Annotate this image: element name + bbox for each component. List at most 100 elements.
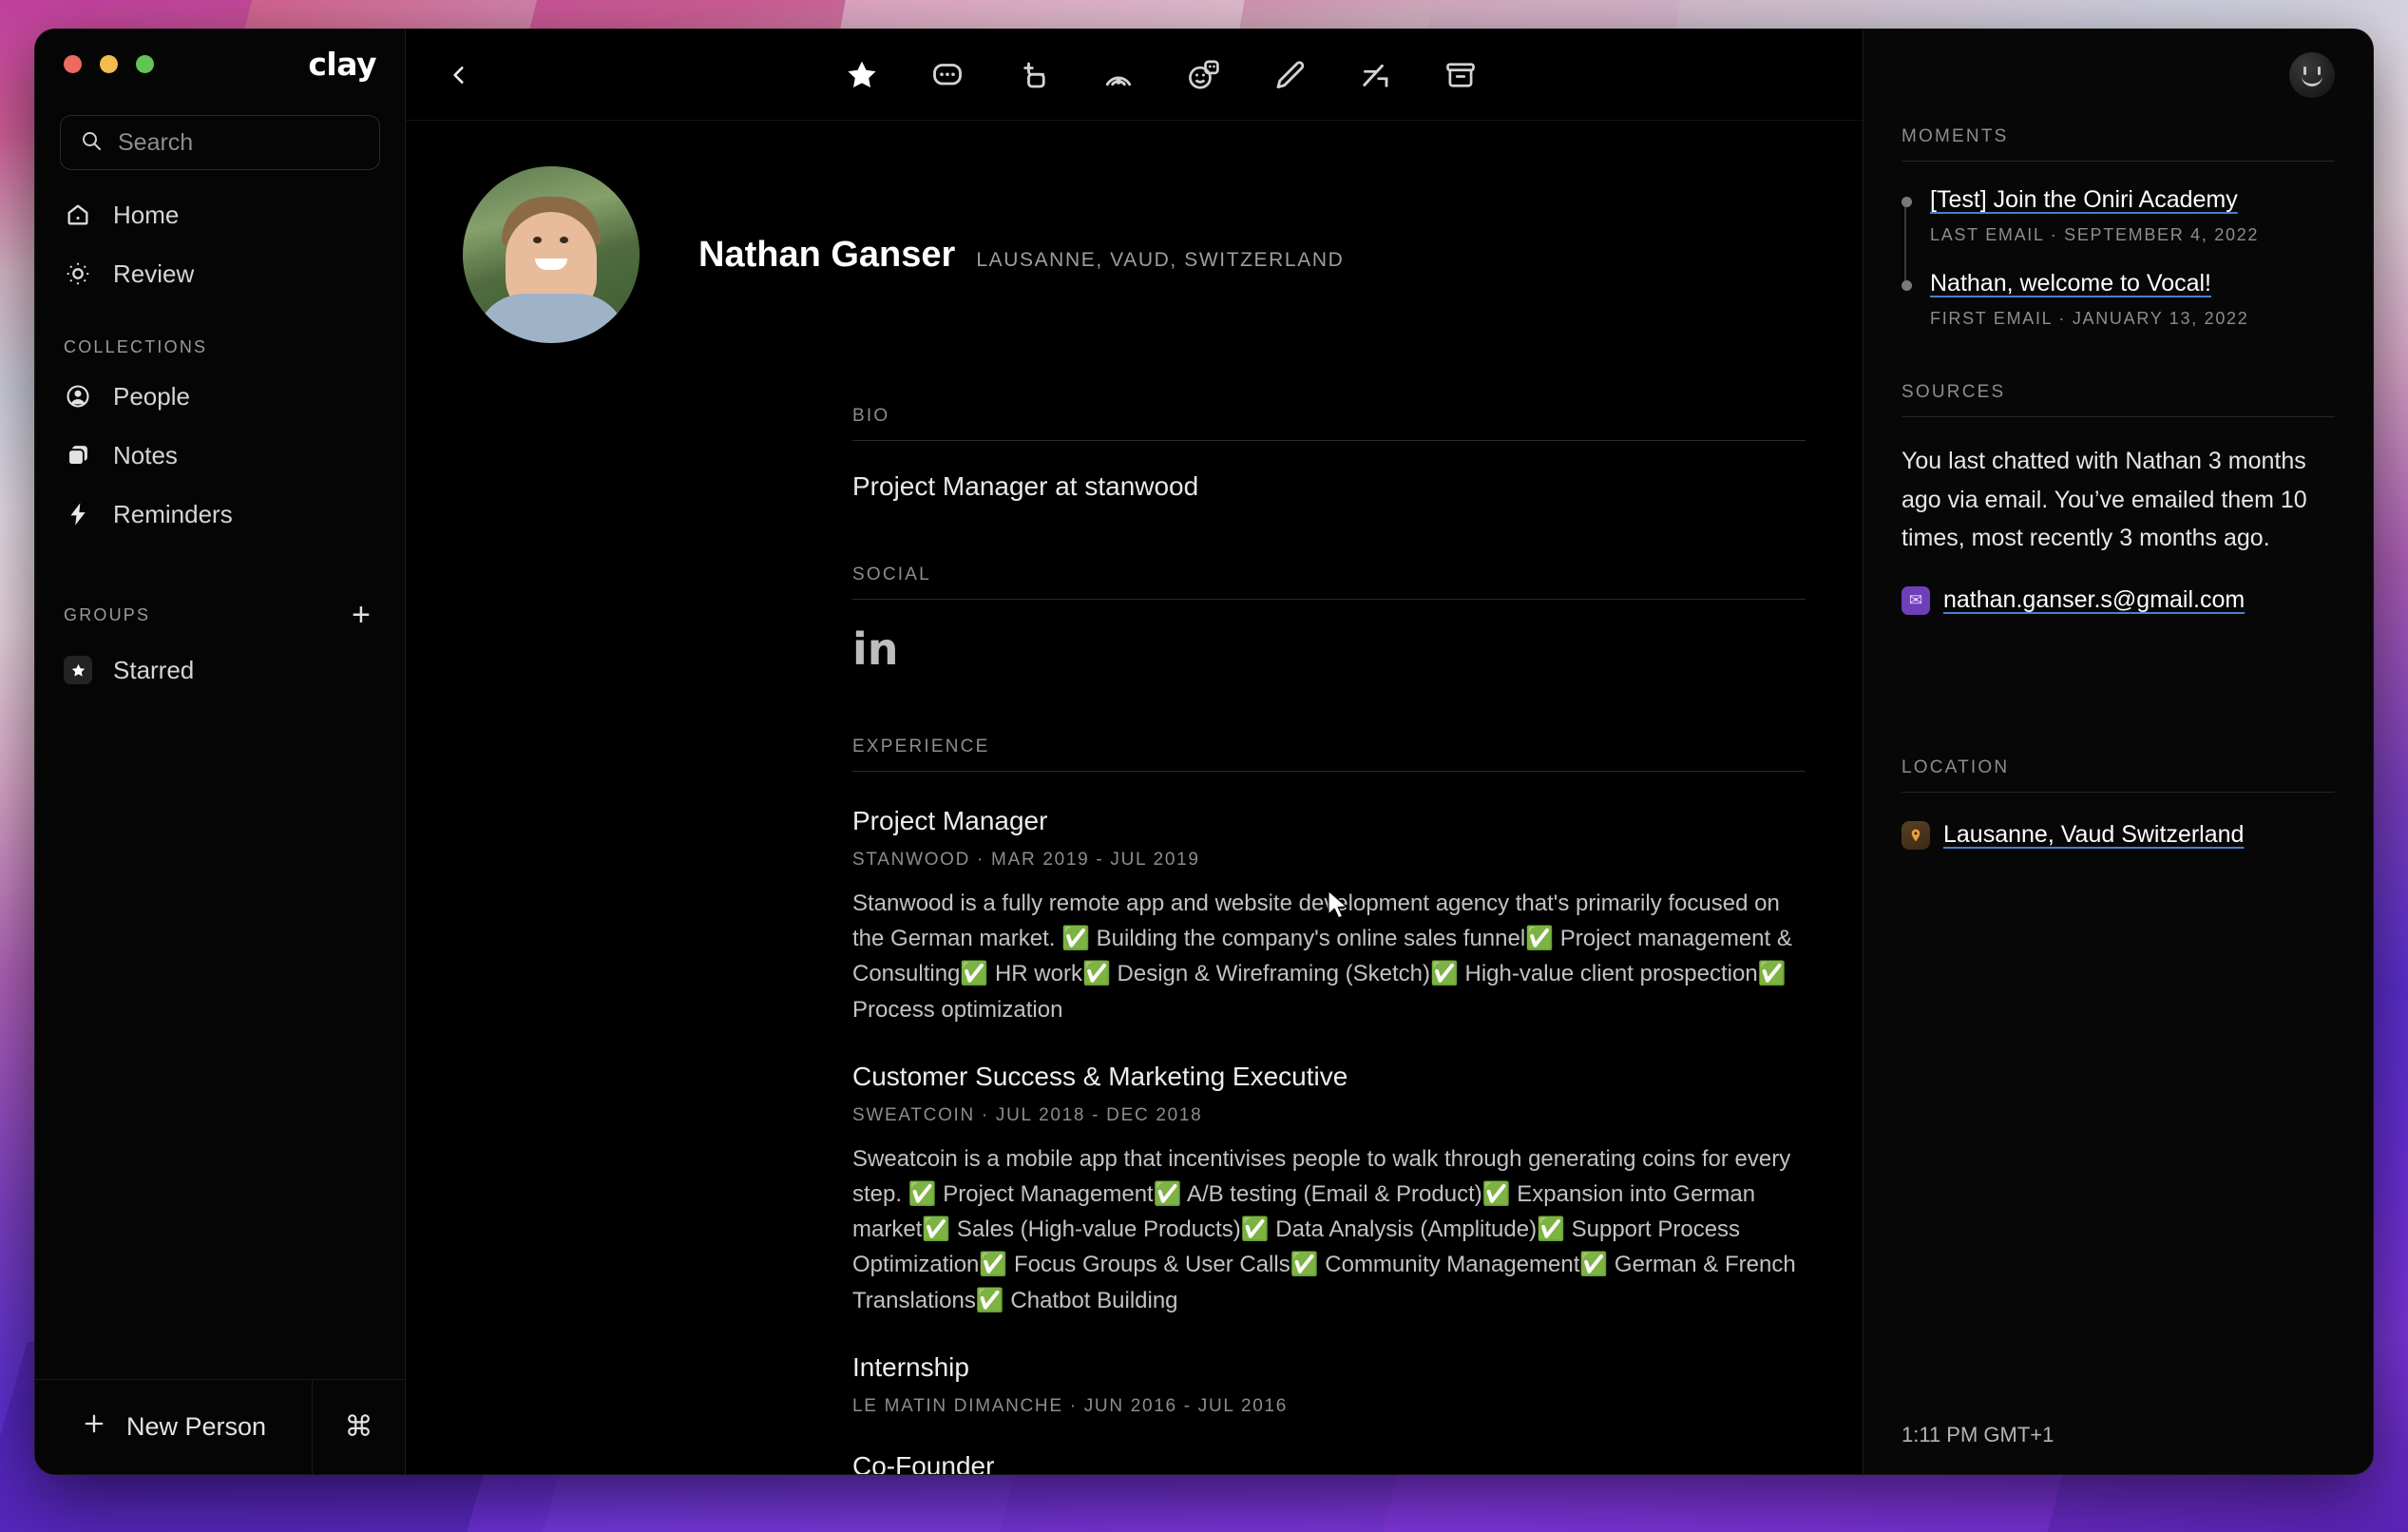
sources-label: SOURCES [1902,382,2335,417]
map-pin-icon [1902,820,1930,850]
moments-list: [Test] Join the Oniri Academy LAST EMAIL… [1902,186,2335,329]
experience-item: Co-Founder EVALUE TON PROF · JAN 2016 - … [852,1451,1806,1474]
new-person-button[interactable]: New Person [35,1380,312,1474]
sidebar-item-review[interactable]: Review [35,244,405,303]
experience-meta: LE MATIN DIMANCHE · JUN 2016 - JUL 2016 [852,1395,1289,1416]
moment-meta: LAST EMAIL · SEPTEMBER 4, 2022 [1930,225,2260,244]
sources-summary: You last chatted with Nathan 3 months ag… [1902,448,2307,551]
collections-heading: COLLECTIONS [35,337,405,357]
timeline-bullet-icon [1902,197,1912,207]
experience-title: Co-Founder [852,1450,995,1474]
maximize-button[interactable] [136,54,154,73]
details-panel: MOMENTS [Test] Join the Oniri Academy LA… [1863,29,2373,1474]
merge-icon[interactable] [1355,55,1395,95]
bio-label: BIO [852,406,1806,441]
search-input[interactable] [118,128,360,157]
moment-title-link[interactable]: Nathan, welcome to Vocal! [1930,270,2335,297]
sidebar-item-starred[interactable]: Starred [35,641,405,699]
experience-title: Project Manager [852,806,1048,835]
main-toolbar [406,29,1863,121]
sidebar-item-label: Notes [113,440,178,469]
search-icon [80,129,103,157]
sidebar-item-people[interactable]: People [35,367,405,426]
location-row[interactable]: Lausanne, Vaud Switzerland [1902,817,2335,852]
back-button[interactable] [432,48,486,102]
moment-meta: FIRST EMAIL · JANUARY 13, 2022 [1930,309,2249,328]
window-controls [64,54,154,73]
profile-scroll-area[interactable]: Nathan Ganser LAUSANNE, VAUD, SWITZERLAN… [406,121,1863,1474]
timeline-bullet-icon [1902,280,1912,291]
sidebar-titlebar: clay [35,29,405,98]
app-logo: clay [308,45,376,83]
bio-value[interactable]: Project Manager at stanwood [852,471,1806,502]
source-email-link[interactable]: nathan.ganser.s@gmail.com [1943,586,2245,614]
source-email-row[interactable]: ✉ nathan.ganser.s@gmail.com [1902,585,2335,615]
search-box[interactable] [60,115,380,170]
profile-name-row: Nathan Ganser LAUSANNE, VAUD, SWITZERLAN… [698,235,1344,276]
location-link[interactable]: Lausanne, Vaud Switzerland [1943,817,2244,852]
command-icon: ⌘ [344,1411,373,1443]
profile-header: Nathan Ganser LAUSANNE, VAUD, SWITZERLAN… [406,121,1863,343]
app-window: clay Home [34,29,2374,1475]
experience-title: Customer Success & Marketing Executive [852,1061,1348,1091]
new-person-label: New Person [126,1412,267,1441]
sidebar-item-label: Starred [113,655,195,684]
sidebar-item-notes[interactable]: Notes [35,426,405,485]
sticker-icon[interactable] [1184,55,1224,95]
sidebar-item-label: Reminders [113,499,233,528]
close-button[interactable] [64,54,82,73]
notes-icon [64,441,92,469]
sidebar-item-label: Review [113,259,195,288]
sidebar-item-home[interactable]: Home [35,185,405,244]
groups-heading-label: GROUPS [64,604,151,624]
timestamp: 1:11 PM GMT+1 [1902,1423,2054,1446]
linkedin-glyph: in [852,623,899,675]
experience-meta: STANWOOD · MAR 2019 - JUL 2019 [852,850,1200,870]
star-icon [64,656,92,684]
person-circle-icon [64,382,92,411]
experience-label: EXPERIENCE [852,737,1806,772]
sidebar-item-label: People [113,381,190,411]
experience-description: Stanwood is a fully remote app and websi… [852,890,1792,1023]
experience-title: Internship [852,1351,969,1382]
pulse-icon[interactable] [1099,55,1138,95]
toolbar-actions [842,55,1481,95]
experience-item: Internship LE MATIN DIMANCHE · JUN 2016 … [852,1352,1806,1417]
plus-icon [81,1410,107,1444]
main-panel: Nathan Ganser LAUSANNE, VAUD, SWITZERLAN… [406,29,1863,1474]
smiley-avatar-icon[interactable] [2289,52,2335,98]
list-item: [Test] Join the Oniri Academy LAST EMAIL… [1902,186,2335,245]
mail-icon: ✉ [1902,585,1930,615]
note-bubble-icon[interactable] [927,55,967,95]
details-panel-body: MOMENTS [Test] Join the Oniri Academy LA… [1863,121,2373,1423]
sidebar-item-reminders[interactable]: Reminders [35,485,405,544]
list-item: Nathan, welcome to Vocal! FIRST EMAIL · … [1902,270,2335,329]
location-label: LOCATION [1902,757,2335,793]
details-panel-header [1863,29,2373,121]
command-shortcut-button[interactable]: ⌘ [312,1380,405,1474]
sun-icon [64,259,92,288]
star-icon[interactable] [842,55,882,95]
home-icon [64,201,92,229]
experience-item: Project Manager STANWOOD · MAR 2019 - JU… [852,806,1806,1027]
collections-heading-label: COLLECTIONS [64,337,208,356]
profile-body: BIO Project Manager at stanwood SOCIAL i… [406,406,1863,1474]
add-group-button[interactable]: + [352,599,376,631]
profile-location: LAUSANNE, VAUD, SWITZERLAND [976,248,1345,271]
linkedin-icon[interactable]: in [852,623,902,675]
moment-title-link[interactable]: [Test] Join the Oniri Academy [1930,186,2335,214]
sidebar: clay Home [35,29,406,1474]
minimize-button[interactable] [100,54,118,73]
social-label: SOCIAL [852,565,1806,600]
archive-icon[interactable] [1441,55,1481,95]
sidebar-footer: New Person ⌘ [35,1379,405,1474]
edit-pencil-icon[interactable] [1270,55,1309,95]
bolt-icon [64,500,92,528]
moments-label: MOMENTS [1902,126,2335,162]
groups-heading: GROUPS + [35,599,405,631]
experience-item: Customer Success & Marketing Executive S… [852,1062,1806,1318]
reminder-icon[interactable] [1013,55,1053,95]
sidebar-item-label: Home [113,200,180,229]
page-title: Nathan Ganser [698,234,956,275]
